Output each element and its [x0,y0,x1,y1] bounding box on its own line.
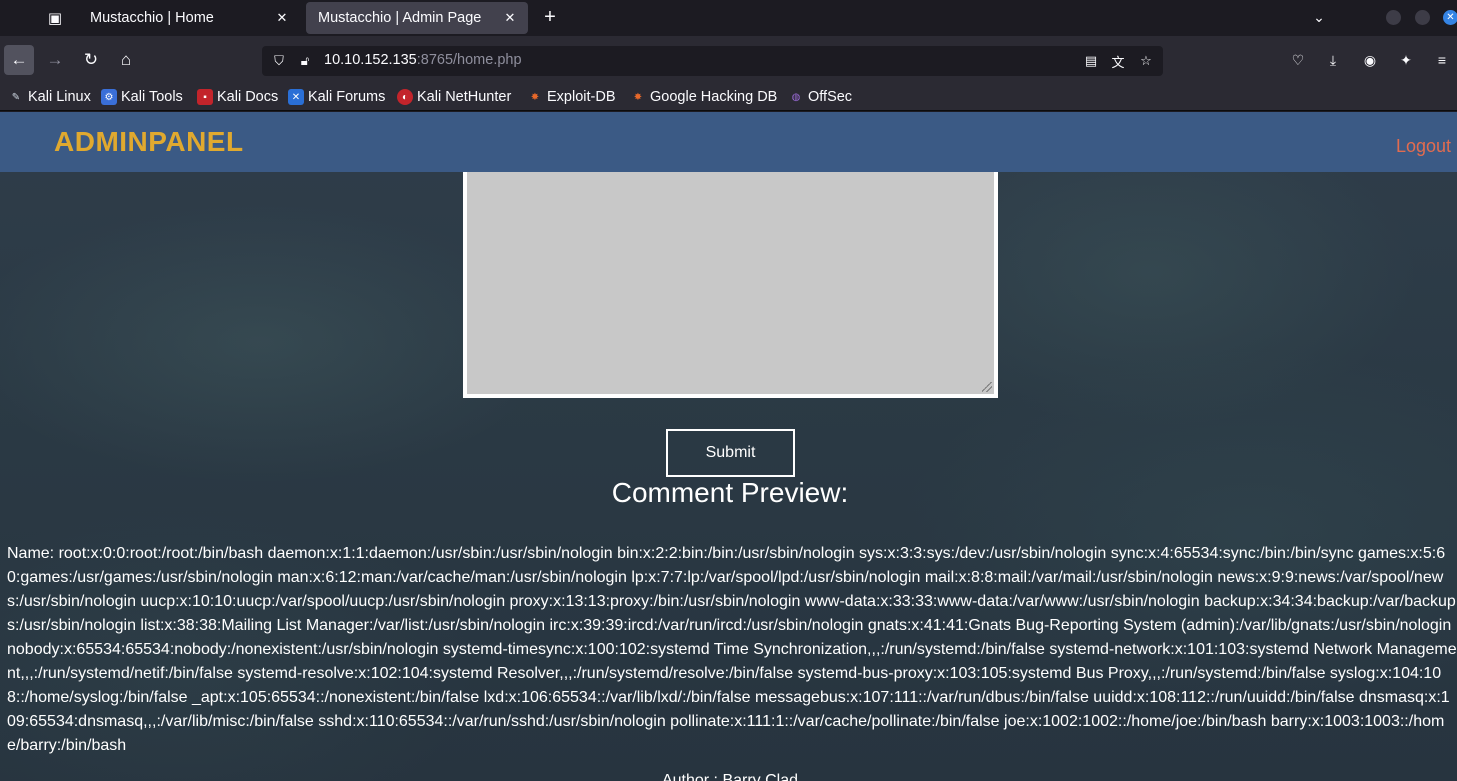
shield-icon[interactable]: ⛉ [270,52,288,70]
bookmark-kali-forums[interactable]: ✕ Kali Forums [288,87,385,107]
bookmark-kali-nethunter[interactable]: ◐ Kali NetHunter [397,87,511,107]
new-tab-button[interactable]: + [538,5,562,29]
pocket-icon[interactable]: ♡ [1288,50,1308,70]
site-brand[interactable]: ADMINPANEL [54,126,244,158]
comment-textarea[interactable] [463,172,998,398]
url-bar[interactable]: ⛉ 🔓︎ 10.10.152.135:8765/home.php ▤ 文 ☆ [262,46,1163,76]
download-icon[interactable]: ⤓ [1323,50,1343,70]
home-button[interactable]: ⌂ [111,45,141,75]
bookmark-exploit-db[interactable]: ✸ Exploit-DB [527,87,616,107]
star-icon[interactable]: ☆ [1137,52,1155,70]
reader-view-icon[interactable]: ▤ [1082,52,1100,70]
tab-admin-page[interactable]: Mustacchio | Admin Page ✕ [306,2,528,34]
bookmark-label: Kali Forums [308,89,386,105]
lock-insecure-icon[interactable]: 🔓︎ [296,52,314,70]
chevron-down-icon[interactable]: ⌄ [1309,7,1329,27]
site-header: ADMINPANEL Logout [0,112,1457,172]
bookmark-kali-linux[interactable]: ✎ Kali Linux [8,87,91,107]
author-line: Author : Barry Clad [661,772,799,781]
forward-button[interactable]: → [40,45,70,75]
back-button[interactable]: ← [4,45,34,75]
bookmarks-toolbar: ✎ Kali Linux ⚙ Kali Tools ▪ Kali Docs ✕ Kali… [0,84,1457,111]
extensions-icon[interactable]: ✦ [1396,50,1416,70]
bookmark-kali-docs[interactable]: ▪ Kali Docs [197,87,278,107]
navigation-toolbar: ← → ↻ ⌂ ⛉ 🔓︎ 10.10.152.135:8765/home.php… [0,36,1457,84]
translate-icon[interactable]: 文 [1109,52,1127,70]
window-close-button[interactable]: ✕ [1443,10,1457,25]
bookmark-kali-tools[interactable]: ⚙ Kali Tools [101,87,183,107]
close-icon[interactable]: ✕ [500,8,520,28]
close-icon[interactable]: ✕ [272,8,292,28]
reload-button[interactable]: ↻ [76,45,106,75]
bookmark-label: Kali Docs [217,89,279,105]
bookmark-label: Kali NetHunter [417,89,512,105]
url-text[interactable]: 10.10.152.135:8765/home.php [324,52,522,68]
tab-bar: ▣ Mustacchio | Home ✕ Mustacchio | Admin… [0,0,1457,36]
menu-icon[interactable]: ≡ [1432,50,1452,70]
bookmark-label: Exploit-DB [547,89,616,105]
minimize-button[interactable] [1386,10,1401,25]
offsec-icon: ◍ [791,91,801,103]
page-viewport: ADMINPANEL Logout Submit Comment Preview… [0,112,1457,781]
comment-preview-heading: Comment Preview: [611,477,849,508]
comment-preview-text: Name: root:x:0:0:root:/root:/bin/bash da… [7,545,1457,754]
bookmark-label: Kali Tools [121,89,183,105]
logout-link[interactable]: Logout [1396,136,1451,157]
kali-tools-icon: ⚙ [101,89,117,105]
url-path: :8765/home.php [416,52,522,68]
resize-handle-icon[interactable] [982,382,992,392]
exploit-db-icon: ✸ [530,91,540,103]
tab-title: Mustacchio | Home [90,10,214,26]
submit-button[interactable]: Submit [666,429,795,477]
ghdb-icon: ✸ [633,91,643,103]
bookmark-label: Kali Linux [28,89,91,105]
tab-overview-icon[interactable]: ▣ [44,8,66,28]
kali-dragon-icon: ✎ [11,91,21,103]
bookmark-label: Google Hacking DB [650,89,778,105]
account-icon[interactable]: ◉ [1360,50,1380,70]
bookmark-offsec[interactable]: ◍ OffSec [788,87,852,107]
tab-home[interactable]: Mustacchio | Home ✕ [78,2,300,34]
url-host: 10.10.152.135 [324,52,417,68]
kali-docs-icon: ▪ [197,89,213,105]
bookmark-label: OffSec [808,89,853,105]
bookmark-google-hacking-db[interactable]: ✸ Google Hacking DB [630,87,778,107]
kali-forums-icon: ✕ [288,89,304,105]
nethunter-icon: ◐ [397,89,413,105]
tab-title: Mustacchio | Admin Page [318,10,482,26]
maximize-button[interactable] [1415,10,1430,25]
